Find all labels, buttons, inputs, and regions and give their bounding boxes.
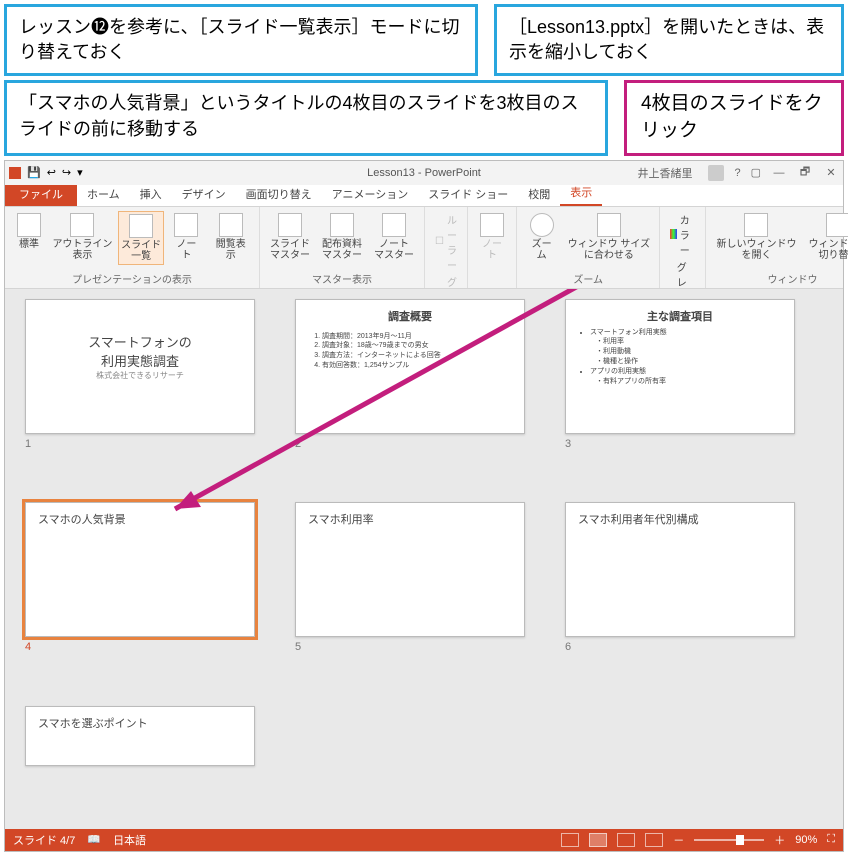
tab-animation[interactable]: アニメーション <box>322 182 419 206</box>
slide-thumbnail-2[interactable]: 調査概要 調査期間：2013年9月～11月 調査対象：18歳～79歳までの男女 … <box>295 299 525 434</box>
slide-cell[interactable]: スマホを選ぶポイント <box>25 706 255 799</box>
slide-number: 2 <box>295 438 525 450</box>
view-normal-button[interactable]: 標準 <box>11 211 47 265</box>
ribbon-group-label: ウィンドウ <box>712 269 848 288</box>
ribbon-group-zoom: ズーム ウィンドウ サイズ に合わせる ズーム <box>517 207 660 288</box>
slide-thumbnail-4[interactable]: スマホの人気背景 <box>25 502 255 637</box>
slide-cell[interactable]: スマートフォンの 利用実態調査 株式会社できるリサーチ 1 <box>25 299 255 483</box>
tab-slideshow[interactable]: スライド ショー <box>418 182 518 206</box>
user-avatar-icon[interactable] <box>708 165 724 181</box>
fit-to-window-icon[interactable]: ⛶ <box>827 833 835 846</box>
tab-review[interactable]: 校閲 <box>518 182 560 206</box>
close-button[interactable]: ✕ <box>823 166 839 179</box>
slide-number: 5 <box>295 641 525 653</box>
ribbon-group-window: 新しいウィンドウ を開く ウィンドウの 切り替え ウィンドウ <box>706 207 848 288</box>
slide-subtitle: 株式会社できるリサーチ <box>38 370 242 381</box>
tab-transition[interactable]: 画面切り替え <box>236 182 322 206</box>
slide-title: スマホの人気背景 <box>38 511 242 527</box>
slide-cell[interactable]: スマホの人気背景 4 <box>25 502 255 686</box>
slide-thumbnail-5[interactable]: スマホ利用率 <box>295 502 525 637</box>
new-window-button[interactable]: 新しいウィンドウ を開く <box>712 211 800 263</box>
instruction-callout-2: ［Lesson13.pptx］を開いたときは、表示を縮小しておく <box>494 4 844 76</box>
slide-number: 3 <box>565 438 795 450</box>
slide-body-list: スマートフォン利用実態 ・利用率 ・利用動機 ・機種と操作 アプリの利用実態 ・… <box>578 328 782 387</box>
handout-master-button[interactable]: 配布資料 マスター <box>318 211 366 263</box>
qat-undo-icon[interactable]: ↩ <box>47 166 56 179</box>
ribbon-group-label: マスター表示 <box>266 269 418 288</box>
zoom-level[interactable]: 90% <box>795 834 817 846</box>
slide-thumbnail-6[interactable]: スマホ利用者年代別構成 <box>565 502 795 637</box>
tab-insert[interactable]: 挿入 <box>130 182 172 206</box>
slide-cell[interactable]: スマホ利用者年代別構成 6 <box>565 502 795 686</box>
ribbon-options-icon[interactable]: ▢ <box>751 166 761 179</box>
status-language[interactable]: 日本語 <box>113 832 146 848</box>
document-title: Lesson13 - PowerPoint <box>367 167 481 179</box>
statusbar: スライド 4/7 📖 日本語 － ＋ 90% ⛶ <box>5 829 843 851</box>
ruler-checkbox[interactable]: ☐ルーラー <box>431 211 461 273</box>
slide-sorter-area[interactable]: スマートフォンの 利用実態調査 株式会社できるリサーチ 1 調査概要 調査期間：… <box>5 289 843 829</box>
slide-title: スマホを選ぶポイント <box>38 715 242 731</box>
ribbon-group-show: ☐ルーラー ☐グリッド線 ☐ガイド 表示 <box>425 207 468 288</box>
slide-title: スマホ利用率 <box>308 511 512 527</box>
status-normal-view-button[interactable] <box>561 833 579 847</box>
instruction-callout-3: 「スマホの人気背景」というタイトルの4枚目のスライドを3枚目のスライドの前に移動… <box>4 80 608 155</box>
switch-window-button[interactable]: ウィンドウの 切り替え <box>804 211 848 263</box>
powerpoint-window: 💾 ↩ ↪ ▾ Lesson13 - PowerPoint ? ▢ — 🗗 ✕ … <box>4 160 844 852</box>
slide-thumbnail-7[interactable]: スマホを選ぶポイント <box>25 706 255 766</box>
slide-title: 調査概要 <box>308 308 512 324</box>
qat-save-icon[interactable]: 💾 <box>27 166 41 179</box>
status-reading-view-button[interactable] <box>617 833 635 847</box>
slide-cell[interactable]: 調査概要 調査期間：2013年9月～11月 調査対象：18歳～79歳までの男女 … <box>295 299 525 483</box>
notes-pane-button[interactable]: ノート <box>474 211 510 263</box>
restore-button[interactable]: 🗗 <box>797 163 813 182</box>
slide-title: スマホ利用者年代別構成 <box>578 511 782 527</box>
ribbon-group-master-views: スライド マスター 配布資料 マスター ノート マスター マスター表示 <box>260 207 425 288</box>
color-button[interactable]: カラー <box>666 211 699 258</box>
app-icon <box>9 167 21 179</box>
zoom-out-button[interactable]: － <box>673 832 684 848</box>
ribbon: 標準 アウトライン 表示 スライド 一覧 ノート 閲覧表示 プレゼンテーションの… <box>5 207 843 289</box>
slide-number: 6 <box>565 641 795 653</box>
ribbon-tabs: ファイル ホーム 挿入 デザイン 画面切り替え アニメーション スライド ショー… <box>5 185 843 207</box>
status-slide-indicator: スライド 4/7 <box>13 832 75 848</box>
ribbon-group-label: プレゼンテーションの表示 <box>11 269 253 288</box>
slide-thumbnail-3[interactable]: 主な調査項目 スマートフォン利用実態 ・利用率 ・利用動機 ・機種と操作 アプリ… <box>565 299 795 434</box>
qat-redo-icon[interactable]: ↪ <box>62 166 71 179</box>
status-sorter-view-button[interactable] <box>589 833 607 847</box>
notes-master-button[interactable]: ノート マスター <box>370 211 418 263</box>
ribbon-group-presentation-views: 標準 アウトライン 表示 スライド 一覧 ノート 閲覧表示 プレゼンテーションの… <box>5 207 260 288</box>
ribbon-group-color: カラー グレースケール 白黒 カラー/グレースケール <box>660 207 706 288</box>
minimize-button[interactable]: — <box>771 167 787 179</box>
slide-number: 1 <box>25 438 255 450</box>
view-slide-sorter-button[interactable]: スライド 一覧 <box>118 211 165 265</box>
slide-thumbnail-1[interactable]: スマートフォンの 利用実態調査 株式会社できるリサーチ <box>25 299 255 434</box>
help-icon[interactable]: ? <box>734 167 740 179</box>
ribbon-group-label: ズーム <box>523 269 653 288</box>
view-reading-button[interactable]: 閲覧表示 <box>208 211 253 265</box>
spellcheck-icon[interactable]: 📖 <box>87 833 101 846</box>
tab-design[interactable]: デザイン <box>172 182 236 206</box>
slide-number: 4 <box>25 641 255 653</box>
status-slideshow-button[interactable] <box>645 833 663 847</box>
instruction-callout-4: 4枚目のスライドをクリック <box>624 80 844 155</box>
tab-home[interactable]: ホーム <box>77 182 130 206</box>
slide-body-list: 調査期間：2013年9月～11月 調査対象：18歳～79歳までの男女 調査方法：… <box>308 332 512 371</box>
fit-window-button[interactable]: ウィンドウ サイズ に合わせる <box>564 211 653 263</box>
slide-master-button[interactable]: スライド マスター <box>266 211 314 263</box>
titlebar: 💾 ↩ ↪ ▾ Lesson13 - PowerPoint ? ▢ — 🗗 ✕ … <box>5 161 843 185</box>
slide-title: スマートフォンの 利用実態調査 <box>38 332 242 370</box>
slide-cell[interactable]: スマホ利用率 5 <box>295 502 525 686</box>
zoom-in-button[interactable]: ＋ <box>774 832 785 848</box>
qat-dropdown-icon[interactable]: ▾ <box>77 166 83 179</box>
slide-title: 主な調査項目 <box>578 308 782 324</box>
zoom-slider[interactable] <box>694 839 764 841</box>
slide-cell[interactable]: 主な調査項目 スマートフォン利用実態 ・利用率 ・利用動機 ・機種と操作 アプリ… <box>565 299 795 483</box>
instruction-callout-1: レッスン⓬を参考に、［スライド一覧表示］モードに切り替えておく <box>4 4 478 76</box>
zoom-button[interactable]: ズーム <box>523 211 560 263</box>
tab-file[interactable]: ファイル <box>5 182 77 206</box>
ribbon-group-notes-btn: ノート <box>468 207 517 288</box>
view-notes-button[interactable]: ノート <box>168 211 204 265</box>
view-outline-button[interactable]: アウトライン 表示 <box>51 211 114 265</box>
user-name: 井上香緒里 <box>637 165 692 181</box>
